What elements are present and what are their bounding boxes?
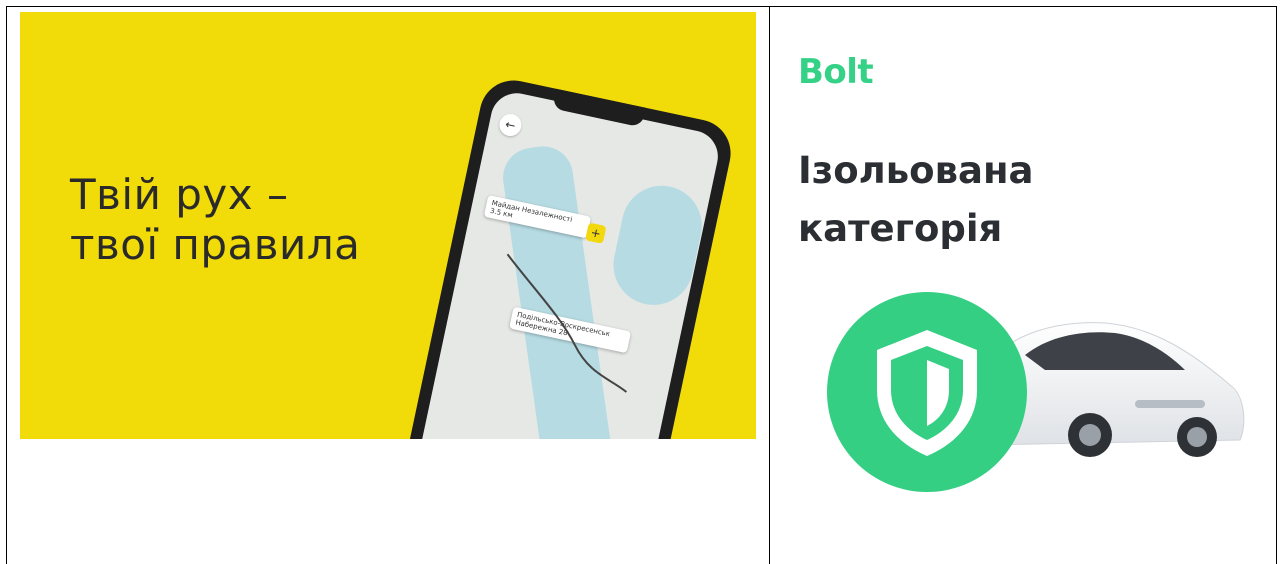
- shield-icon: [877, 330, 977, 456]
- headline: Твій рух – твої правила: [70, 170, 360, 270]
- table-border-left: [6, 6, 7, 564]
- pickup-pin-icon: +: [585, 222, 607, 244]
- phone-illustration: ← Майдан Незалежності 3.5 км + Подільськ…: [398, 74, 737, 439]
- table-border-right: [1276, 6, 1277, 564]
- category-title-line-2: категорія: [798, 207, 1003, 250]
- category-title: Ізольована категорія: [798, 142, 1034, 258]
- phone-screen: ← Майдан Незалежності 3.5 км + Подільськ…: [412, 88, 723, 439]
- table-border-middle: [769, 6, 770, 564]
- promo-image-left: Твій рух – твої правила ← Майдан Незалеж…: [20, 12, 756, 439]
- back-arrow-icon[interactable]: ←: [497, 112, 524, 139]
- table-border-top: [6, 6, 1277, 7]
- safety-badge: [827, 292, 1027, 492]
- category-title-line-1: Ізольована: [798, 149, 1034, 192]
- headline-line-1: Твій рух –: [70, 170, 289, 219]
- brand-logo: Bolt: [798, 52, 874, 92]
- headline-line-2: твої правила: [70, 220, 361, 269]
